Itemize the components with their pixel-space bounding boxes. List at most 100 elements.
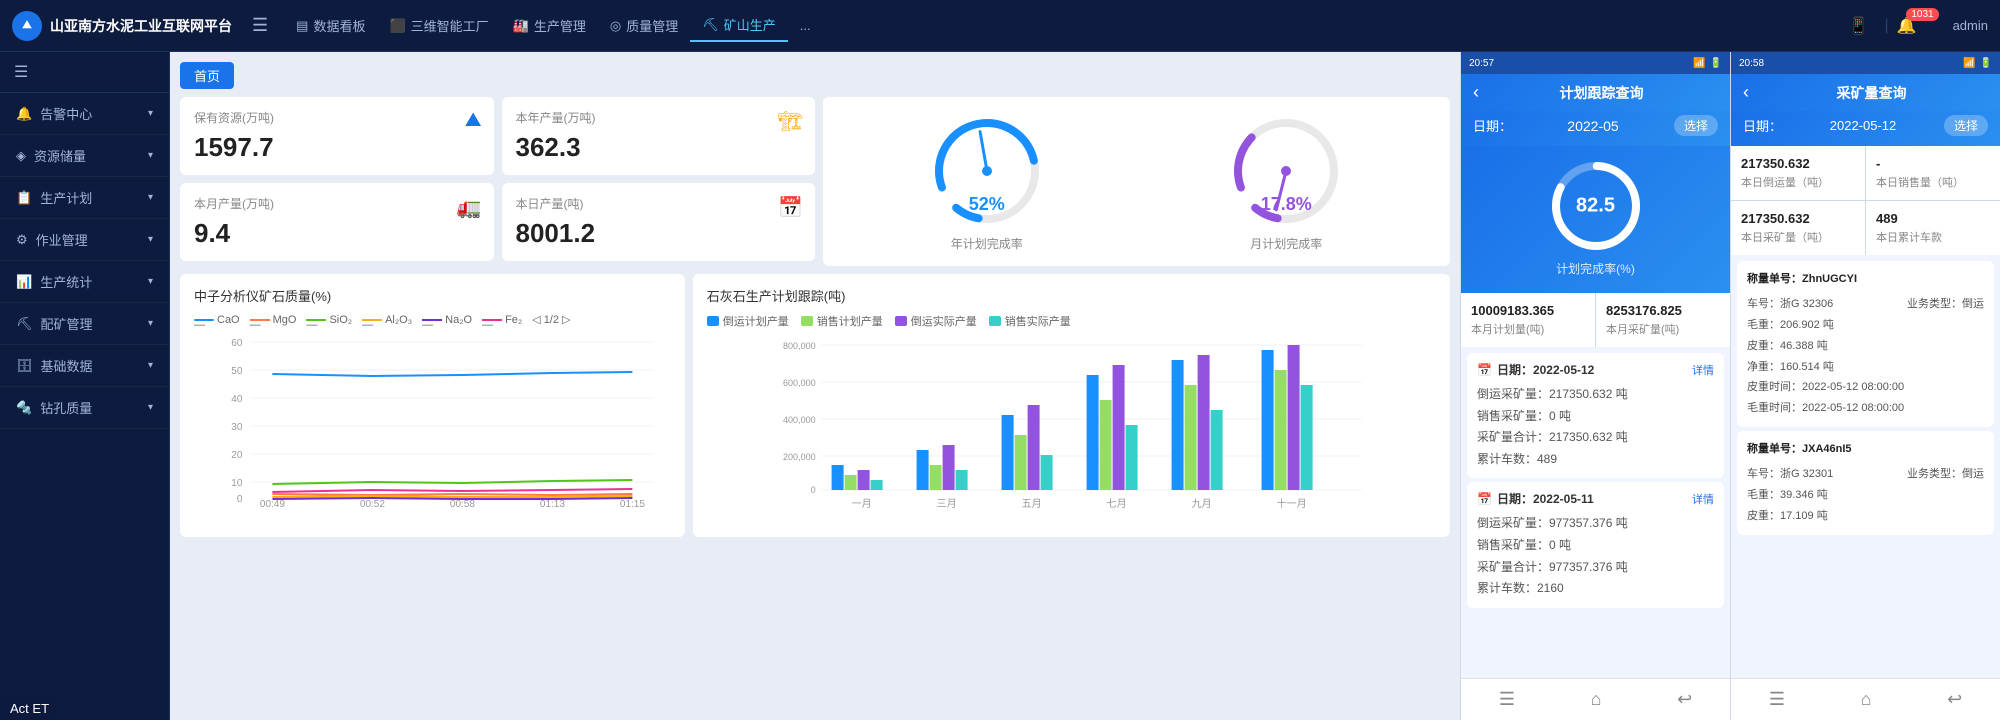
mobile2-stat2-value: - (1876, 156, 1990, 171)
mobile1-title: 计划跟踪查询 (1485, 83, 1718, 103)
sidebar-item-resources[interactable]: ◈ 资源储量 ▾ (0, 135, 169, 177)
logo-icon: ⛰ (12, 11, 42, 41)
svg-text:10: 10 (231, 478, 243, 489)
mobile1-footer: ☰ ⌂ ↩ (1461, 678, 1730, 720)
nav-item-dashboard[interactable]: ▤ 数据看板 (284, 10, 377, 41)
mobile2-date-value: 2022-05-12 (1788, 118, 1938, 133)
chevron-down-icon-3: ▾ (148, 234, 153, 245)
mobile1-stat2-label: 本月采矿量(吨) (1606, 321, 1720, 337)
bar-chart-title: 石灰石生产计划跟踪(吨) (707, 286, 1436, 305)
resource-icon: ◈ (16, 148, 26, 164)
notification-badge: 1031 (1906, 8, 1938, 21)
stat-title-monthly: 本月产量(万吨) (194, 195, 480, 212)
stats-icon: 📊 (16, 274, 32, 290)
svg-text:十一月: 十一月 (1276, 497, 1306, 510)
mobile2-body: 217350.632 本日倒运量（吨） - 本日销售量（吨） 217350.63… (1731, 146, 2000, 678)
mobile2-stat4-label: 本日累计车款 (1876, 229, 1990, 245)
mobile2-date-row: 日期： 2022-05-12 选择 (1731, 111, 2000, 146)
monthly-gauge-label: 月计划完成率 (1250, 235, 1322, 252)
mobile1-footer-home[interactable]: ⌂ (1591, 689, 1602, 710)
line-chart-title: 中子分析仪矿石质量(%) (194, 286, 671, 305)
svg-text:20: 20 (231, 450, 243, 461)
sidebar-item-alerts[interactable]: 🔔 告警中心 ▾ (0, 93, 169, 135)
stat-card-daily: 本日产量(吨) 8001.2 📅 (502, 183, 816, 261)
chevron-down-icon-5: ▾ (148, 318, 153, 329)
mobile1-record2-detail[interactable]: 详情 (1692, 491, 1714, 507)
sidebar-menu-toggle[interactable]: ☰ (0, 52, 169, 93)
svg-text:01:13: 01:13 (540, 499, 565, 510)
svg-text:0: 0 (810, 485, 815, 495)
mobile2-select-btn[interactable]: 选择 (1944, 115, 1988, 136)
mobile2-footer-menu[interactable]: ☰ (1769, 689, 1785, 710)
monthly-gauge-value: 17.8% (1261, 194, 1312, 215)
chevron-down-icon-7: ▾ (148, 402, 153, 413)
mobile-panel-2: 20:58 📶🔋 ‹ 采矿量查询 日期： 2022-05-12 选择 21735… (1730, 52, 2000, 720)
sidebar-item-ore[interactable]: ⛏ 配矿管理 ▾ (0, 303, 169, 345)
chevron-down-icon-0: ▾ (148, 108, 153, 119)
mine-icon: ⛏ (702, 17, 719, 33)
nav-menu-icon[interactable]: ☰ (252, 15, 268, 36)
svg-text:01:15: 01:15 (620, 499, 645, 510)
sidebar-item-stats[interactable]: 📊 生产统计 ▾ (0, 261, 169, 303)
stat-card-annual: 本年产量(万吨) 362.3 🏗 (502, 97, 816, 175)
mobile1-select-btn[interactable]: 选择 (1674, 115, 1718, 136)
stat-value-annual: 362.3 (516, 132, 802, 163)
sidebar-item-work[interactable]: ⚙ 作业管理 ▾ (0, 219, 169, 261)
mobile1-record1-detail[interactable]: 详情 (1692, 362, 1714, 378)
nav-item-quality[interactable]: ◎ 质量管理 (598, 10, 690, 41)
annual-gauge-label: 年计划完成率 (951, 235, 1023, 252)
sidebar-item-base-data[interactable]: 🗄 基础数据 ▾ (0, 345, 169, 387)
bar-chart-card: 石灰石生产计划跟踪(吨) 倒运计划产量 销售计划产量 倒运实际产量 销售实际产量 (693, 274, 1450, 537)
stat-title-annual: 本年产量(万吨) (516, 109, 802, 126)
device-icon: 📱 (1849, 16, 1869, 36)
mobile2-record-2: 称量单号：JXA46nI5 车号：浙G 32301 业务类型：倒运 毛重：39.… (1737, 431, 1994, 535)
mobile2-stat3-label: 本日采矿量（吨） (1741, 229, 1855, 245)
mobile1-footer-menu[interactable]: ☰ (1499, 689, 1515, 710)
admin-label: admin (1953, 18, 1988, 33)
sidebar-item-plan[interactable]: 📋 生产计划 ▾ (0, 177, 169, 219)
mobile2-footer-home[interactable]: ⌂ (1861, 689, 1872, 710)
cube-icon: ⬛ (389, 18, 405, 34)
mobile1-gauge-value: 82.5 (1576, 195, 1615, 218)
mobile2-title: 采矿量查询 (1755, 83, 1988, 103)
stat-value-daily: 8001.2 (516, 218, 802, 249)
mobile2-stat1-label: 本日倒运量（吨） (1741, 174, 1855, 190)
mobile2-stat1-value: 217350.632 (1741, 156, 1855, 171)
notification-bell[interactable]: 🔔 1031 (1897, 16, 1917, 36)
mobile1-gauge-label: 计划完成率(%) (1556, 260, 1635, 277)
nav-item-3d-factory[interactable]: ⬛ 三维智能工厂 (377, 10, 500, 41)
mountain-icon: ⛰ (465, 109, 482, 132)
nav-item-mine[interactable]: ⛏ 矿山生产 (690, 9, 788, 42)
center-content: 首页 保有资源(万吨) 1597.7 ⛰ 本月产量(万吨) 9.4 🚛 (170, 52, 1460, 720)
logo: ⛰ 山亚南方水泥工业互联网平台 (12, 11, 232, 41)
chevron-down-icon-6: ▾ (148, 360, 153, 371)
mobile1-footer-back[interactable]: ↩ (1677, 689, 1692, 710)
mobile1-header: ‹ 计划跟踪查询 (1461, 74, 1730, 111)
mobile1-back-icon[interactable]: ‹ (1473, 82, 1479, 103)
calendar-icon: 📅 (778, 195, 803, 220)
stat-title-reserve: 保有资源(万吨) (194, 109, 480, 126)
annual-gauge-value: 52% (969, 194, 1005, 215)
stat-value-monthly: 9.4 (194, 218, 480, 249)
mobile1-date-value: 2022-05 (1518, 118, 1668, 134)
chevron-down-icon-1: ▾ (148, 150, 153, 161)
nav-item-production[interactable]: 🏭 生产管理 (501, 10, 598, 41)
sidebar-item-drill[interactable]: 🔩 钻孔质量 ▾ (0, 387, 169, 429)
mobile2-footer-back[interactable]: ↩ (1947, 689, 1962, 710)
chevron-down-icon-4: ▾ (148, 276, 153, 287)
plan-icon: 📋 (16, 190, 32, 206)
svg-text:五月: 五月 (1021, 498, 1041, 510)
svg-text:九月: 九月 (1191, 498, 1211, 510)
svg-text:三月: 三月 (936, 498, 956, 510)
breadcrumb: 首页 (180, 62, 234, 89)
mobile2-stat2-label: 本日销售量（吨） (1876, 174, 1990, 190)
mobile2-back-icon[interactable]: ‹ (1743, 82, 1749, 103)
svg-text:40: 40 (231, 394, 243, 405)
svg-text:一月: 一月 (851, 498, 871, 510)
svg-text:200,000: 200,000 (783, 452, 816, 462)
nav-item-more[interactable]: ... (788, 12, 823, 39)
mobile1-stat1-label: 本月计划量(吨) (1471, 321, 1585, 337)
act-et-label: Act ET (0, 697, 59, 720)
mobile1-record-2: 📅 日期：2022-05-11 详情 倒运采矿量：977357.376 吨 销售… (1467, 482, 1724, 607)
svg-text:400,000: 400,000 (783, 415, 816, 425)
